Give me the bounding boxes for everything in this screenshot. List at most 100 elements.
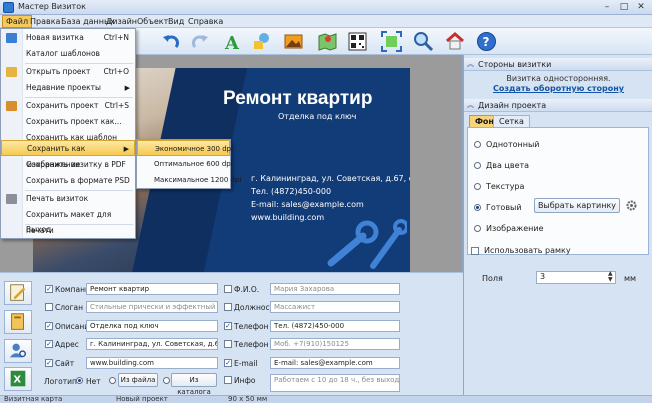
- menu-save-project-as[interactable]: Сохранить проект как...: [1, 114, 135, 130]
- card-address[interactable]: г. Калининград, ул. Советская, д.67, оф.…: [251, 174, 410, 183]
- svg-text:?: ?: [483, 35, 490, 49]
- excel-button[interactable]: X: [4, 367, 32, 391]
- map-icon[interactable]: [317, 31, 338, 52]
- margins-input[interactable]: 3: [536, 271, 616, 284]
- card-company[interactable]: Ремонт квартир: [223, 88, 372, 110]
- title-bar: Мастер Визиток – □ ✕: [0, 0, 652, 15]
- zoom-icon[interactable]: [413, 31, 434, 52]
- logo-label: Логотип: [44, 377, 77, 386]
- logo-catalog-radio[interactable]: [163, 377, 170, 384]
- menu-save-pdf[interactable]: Сохранить визитку в PDF: [1, 157, 135, 173]
- templates-button[interactable]: [4, 310, 32, 334]
- info-input[interactable]: Работаем с 10 до 18 ч., без выходных: [270, 374, 400, 392]
- edit-text-button[interactable]: [4, 281, 32, 305]
- menu-open-project[interactable]: Открыть проект Ctrl+O: [1, 64, 135, 80]
- address-input[interactable]: г. Калининград, ул. Советская, д.67, оф.…: [86, 338, 218, 350]
- logo-from-file-button[interactable]: Из файла: [118, 373, 158, 387]
- card-phone[interactable]: Тел. (4872)450-000: [251, 187, 331, 196]
- logo-none-radio[interactable]: [76, 377, 83, 384]
- use-frame-checkbox[interactable]: [471, 247, 479, 255]
- radio-ready[interactable]: [474, 204, 481, 211]
- phone2-input[interactable]: Моб. +7(910)150125: [270, 338, 400, 350]
- margins-stepper[interactable]: ▲ ▼: [608, 271, 613, 283]
- position-checkbox[interactable]: [224, 303, 232, 311]
- menu-save-project[interactable]: Сохранить проект Ctrl+S: [1, 98, 135, 114]
- logo-from-catalog-button[interactable]: Из каталога: [171, 373, 217, 396]
- radio-texture-label: Текстура: [486, 182, 525, 191]
- new-card-icon: [6, 33, 17, 43]
- create-back-side-link[interactable]: Создать оборотную сторону: [464, 84, 652, 93]
- menu-new-card[interactable]: Новая визитка Ctrl+N: [1, 30, 135, 46]
- tab-grid[interactable]: Сетка: [493, 115, 530, 127]
- choose-picture-button[interactable]: Выбрать картинку: [534, 198, 620, 213]
- address-checkbox[interactable]: ✓: [45, 340, 53, 348]
- undo-icon[interactable]: [161, 31, 182, 52]
- card-site[interactable]: www.building.com: [251, 213, 324, 222]
- slogan-checkbox[interactable]: [45, 303, 53, 311]
- radio-solid-label: Однотонный: [486, 140, 540, 149]
- slogan-input[interactable]: Стильные прически и эффектный макияж: [86, 301, 218, 313]
- database-button[interactable]: [4, 339, 32, 363]
- phone1-checkbox[interactable]: ✓: [224, 322, 232, 330]
- menu-print[interactable]: Печать визиток: [1, 191, 135, 207]
- maximize-icon[interactable]: □: [617, 1, 631, 13]
- status-project: Новый проект: [116, 395, 168, 403]
- company-checkbox[interactable]: ✓: [45, 285, 53, 293]
- home-icon[interactable]: [445, 31, 466, 52]
- qr-code-icon[interactable]: [347, 31, 368, 52]
- text-icon[interactable]: A: [222, 31, 243, 52]
- address-label: Адрес: [55, 340, 79, 349]
- chevron-up-icon: ︽: [467, 60, 474, 68]
- position-input[interactable]: Массажист: [270, 301, 400, 313]
- gear-icon[interactable]: [626, 200, 637, 211]
- radio-texture[interactable]: [474, 183, 481, 190]
- menu-save-psd[interactable]: Сохранить в формате PSD: [1, 173, 135, 189]
- svg-text:X: X: [13, 375, 21, 386]
- fit-icon[interactable]: [381, 31, 402, 52]
- description-checkbox[interactable]: ✓: [45, 322, 53, 330]
- site-input[interactable]: www.building.com: [86, 357, 218, 369]
- status-doc-type: Визитная карта: [4, 395, 63, 403]
- radio-solid[interactable]: [474, 141, 481, 148]
- design-header[interactable]: ︽ Дизайн проекта: [464, 99, 652, 112]
- close-icon[interactable]: ✕: [634, 1, 648, 13]
- redo-icon[interactable]: [189, 31, 210, 52]
- name-input[interactable]: Мария Захарова: [270, 283, 400, 295]
- radio-two-colors[interactable]: [474, 162, 481, 169]
- radio-ready-label: Готовый: [486, 203, 522, 212]
- background-options: Однотонный Два цвета Текстура Готовый Вы…: [467, 127, 649, 255]
- company-input[interactable]: Ремонт квартир: [86, 283, 218, 295]
- phone2-checkbox[interactable]: [224, 340, 232, 348]
- menu-save-print-layout[interactable]: Сохранить макет для печати: [1, 207, 135, 235]
- radio-two-colors-label: Два цвета: [486, 161, 530, 170]
- margins-unit: мм: [624, 274, 637, 283]
- email-checkbox[interactable]: ✓: [224, 359, 232, 367]
- radio-image[interactable]: [474, 225, 481, 232]
- help-icon[interactable]: ?: [476, 31, 497, 52]
- minimize-icon[interactable]: –: [600, 1, 614, 13]
- save-icon: [6, 101, 17, 111]
- email-input[interactable]: E-mail: sales@example.com: [270, 357, 400, 369]
- site-checkbox[interactable]: ✓: [45, 359, 53, 367]
- card-email[interactable]: E-mail: sales@example.com: [251, 200, 364, 209]
- phone1-input[interactable]: Тел. (4872)450-000: [270, 320, 400, 332]
- submenu-1200dpi[interactable]: Максимальное 1200 dpi: [137, 172, 241, 188]
- submenu-300dpi[interactable]: Экономичное 300 dpi: [137, 140, 233, 156]
- menu-recent-projects[interactable]: Недавние проекты ▶: [1, 80, 135, 96]
- margins-label: Поля: [482, 274, 503, 283]
- menu-view[interactable]: Вид: [165, 15, 187, 28]
- menu-template-catalog[interactable]: Каталог шаблонов: [1, 46, 135, 62]
- menu-help[interactable]: Справка: [185, 15, 226, 28]
- card-slogan[interactable]: Отделка под ключ: [278, 112, 356, 121]
- sides-header[interactable]: ︽ Стороны визитки: [464, 58, 652, 71]
- description-input[interactable]: Отделка под ключ: [86, 320, 218, 332]
- menu-exit[interactable]: Выход: [1, 222, 135, 238]
- name-checkbox[interactable]: [224, 285, 232, 293]
- shapes-icon[interactable]: [251, 31, 272, 52]
- menu-save-as-image[interactable]: Сохранить как изображение ▶: [1, 140, 135, 169]
- submenu-arrow-icon: ▶: [124, 84, 130, 92]
- submenu-600dpi[interactable]: Оптимальное 600 dpi: [137, 156, 233, 172]
- image-icon[interactable]: [283, 31, 304, 52]
- info-checkbox[interactable]: [224, 376, 232, 384]
- logo-file-radio[interactable]: [109, 377, 116, 384]
